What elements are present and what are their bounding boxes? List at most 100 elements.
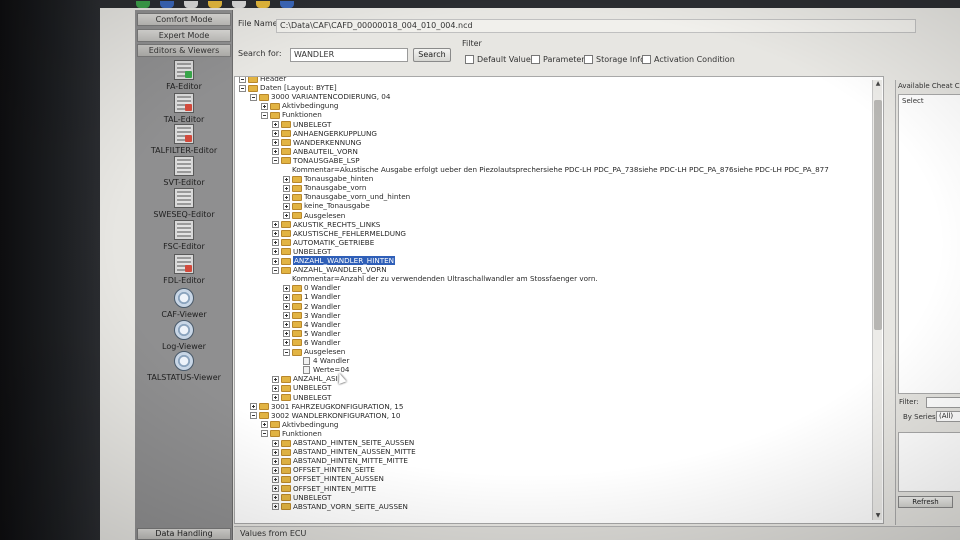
expand-icon[interactable]	[283, 212, 290, 219]
expand-icon[interactable]	[283, 202, 290, 210]
cheat-filter-input[interactable]	[926, 397, 960, 408]
refresh-button[interactable]: Refresh	[898, 496, 953, 508]
folder-open-icon[interactable]	[208, 0, 222, 8]
tool-fsc-editor[interactable]: FSC-Editor	[135, 220, 233, 251]
collapse-icon[interactable]	[250, 412, 257, 420]
tree-node-label: 5 Wandler	[304, 328, 341, 338]
tree-node-label: OFFSET_HINTEN_AUSSEN	[293, 474, 384, 484]
save-as-icon[interactable]	[232, 0, 246, 8]
comfort-mode-button[interactable]: Comfort Mode	[137, 13, 231, 26]
tree-node[interactable]: ABSTAND_VORN_SEITE_AUSSEN	[272, 502, 408, 512]
data-handling-button[interactable]: Data Handling	[137, 528, 231, 540]
expand-icon[interactable]	[283, 175, 290, 183]
expand-icon[interactable]	[272, 239, 279, 247]
editors-viewers-button[interactable]: Editors & Viewers	[137, 44, 231, 57]
tool-talfilter-editor[interactable]: TALFILTER-Editor	[135, 124, 233, 155]
collapse-icon[interactable]	[261, 111, 268, 119]
expand-icon[interactable]	[272, 230, 279, 238]
folder-icon	[292, 184, 302, 192]
folder-icon	[281, 485, 291, 492]
expand-icon[interactable]	[272, 121, 279, 128]
checkbox[interactable]	[531, 55, 540, 64]
tree-scrollbar[interactable]: ▲ ▼	[872, 80, 882, 520]
expand-icon[interactable]	[261, 421, 268, 429]
expand-icon[interactable]	[283, 330, 290, 338]
file-name-field[interactable]: C:\Data\CAF\CAFD_00000018_004_010_004.nc…	[276, 19, 916, 33]
collapse-icon[interactable]	[272, 266, 279, 274]
expand-icon[interactable]	[283, 303, 290, 310]
expand-icon[interactable]	[272, 139, 279, 147]
expand-icon[interactable]	[283, 312, 290, 320]
expand-icon[interactable]	[272, 375, 279, 383]
tool-fdl-editor[interactable]: FDL-Editor	[135, 254, 233, 285]
expand-icon[interactable]	[283, 284, 290, 292]
tool-fa-editor[interactable]: FA-Editor	[135, 60, 233, 91]
tool-talstatus-viewer[interactable]: TALSTATUS-Viewer	[135, 351, 233, 382]
expand-icon[interactable]	[250, 403, 257, 411]
expand-icon[interactable]	[272, 485, 279, 492]
expand-icon[interactable]	[272, 130, 279, 138]
expand-icon[interactable]	[283, 193, 290, 201]
collapse-icon[interactable]	[272, 157, 279, 165]
cheat-code-list[interactable]: Select	[898, 94, 960, 394]
data-tree[interactable]: Header Daten [Layout: BYTE] 3000 VARIANTEN…	[234, 76, 884, 524]
tool-log-viewer[interactable]: Log-Viewer	[135, 320, 233, 351]
expand-icon[interactable]	[272, 257, 279, 265]
tool-sweseq-editor[interactable]: SWESEQ-Editor	[135, 188, 233, 219]
tool-caf-viewer[interactable]: CAF-Viewer	[135, 288, 233, 319]
collapse-icon[interactable]	[261, 430, 268, 438]
checkbox[interactable]	[642, 55, 651, 64]
checkbox[interactable]	[584, 55, 593, 64]
collapse-icon[interactable]	[250, 93, 257, 101]
expand-icon[interactable]	[272, 503, 279, 511]
tool-label: TALSTATUS-Viewer	[147, 373, 221, 382]
tree-node-label: ANZAHL_WANDLER_HINTEN	[293, 256, 396, 265]
folder-icon[interactable]	[256, 0, 270, 8]
folder-icon	[281, 503, 291, 511]
info-icon[interactable]	[280, 0, 294, 8]
expand-icon[interactable]	[272, 466, 279, 474]
expand-icon[interactable]	[272, 439, 279, 447]
filter-activation-condition[interactable]: Activation Condition	[642, 55, 735, 64]
expand-icon[interactable]	[272, 457, 279, 465]
filter-parameter[interactable]: Parameter	[531, 55, 585, 64]
expand-icon[interactable]	[283, 184, 290, 192]
scroll-up-icon[interactable]: ▲	[873, 80, 883, 88]
expand-icon[interactable]	[283, 321, 290, 329]
expand-icon[interactable]	[283, 339, 290, 347]
expand-icon[interactable]	[272, 221, 279, 229]
expand-icon[interactable]	[272, 475, 279, 483]
scroll-thumb[interactable]	[874, 100, 882, 330]
expand-icon[interactable]	[272, 494, 279, 502]
scroll-down-icon[interactable]: ▼	[873, 512, 883, 520]
expand-icon[interactable]	[261, 102, 268, 110]
fa-editor-icon	[174, 60, 194, 80]
collapse-icon[interactable]	[283, 348, 290, 356]
collapse-icon[interactable]	[239, 77, 246, 83]
expand-icon[interactable]	[272, 394, 279, 401]
expand-icon[interactable]	[272, 248, 279, 256]
checkbox[interactable]	[465, 55, 474, 64]
green-toolbar-icon[interactable]	[136, 0, 150, 8]
expand-icon[interactable]	[272, 148, 279, 156]
series-select[interactable]: (All)	[936, 411, 960, 422]
save-icon[interactable]	[184, 0, 198, 8]
expand-icon[interactable]	[283, 293, 290, 301]
tool-label: Log-Viewer	[162, 342, 206, 351]
expand-icon[interactable]	[272, 448, 279, 456]
expand-icon[interactable]	[272, 384, 279, 392]
tool-tal-editor[interactable]: TAL-Editor	[135, 93, 233, 124]
tool-label: SWESEQ-Editor	[153, 210, 215, 219]
search-button[interactable]: Search	[413, 48, 451, 62]
filter-default-values[interactable]: Default Values	[465, 55, 535, 64]
tool-svt-editor[interactable]: SVT-Editor	[135, 156, 233, 187]
expert-mode-button[interactable]: Expert Mode	[137, 29, 231, 42]
blue-toolbar-icon[interactable]	[160, 0, 174, 8]
filter-storage-info[interactable]: Storage Info	[584, 55, 645, 64]
tree-node-label: TONAUSGABE_LSP	[293, 155, 360, 165]
tree-node-label: ANZAHL_ASI	[293, 374, 338, 384]
search-input[interactable]: WANDLER	[290, 48, 408, 62]
tree-node-label: 2 Wandler	[304, 301, 341, 311]
folder-icon	[292, 330, 302, 338]
collapse-icon[interactable]	[239, 84, 246, 92]
